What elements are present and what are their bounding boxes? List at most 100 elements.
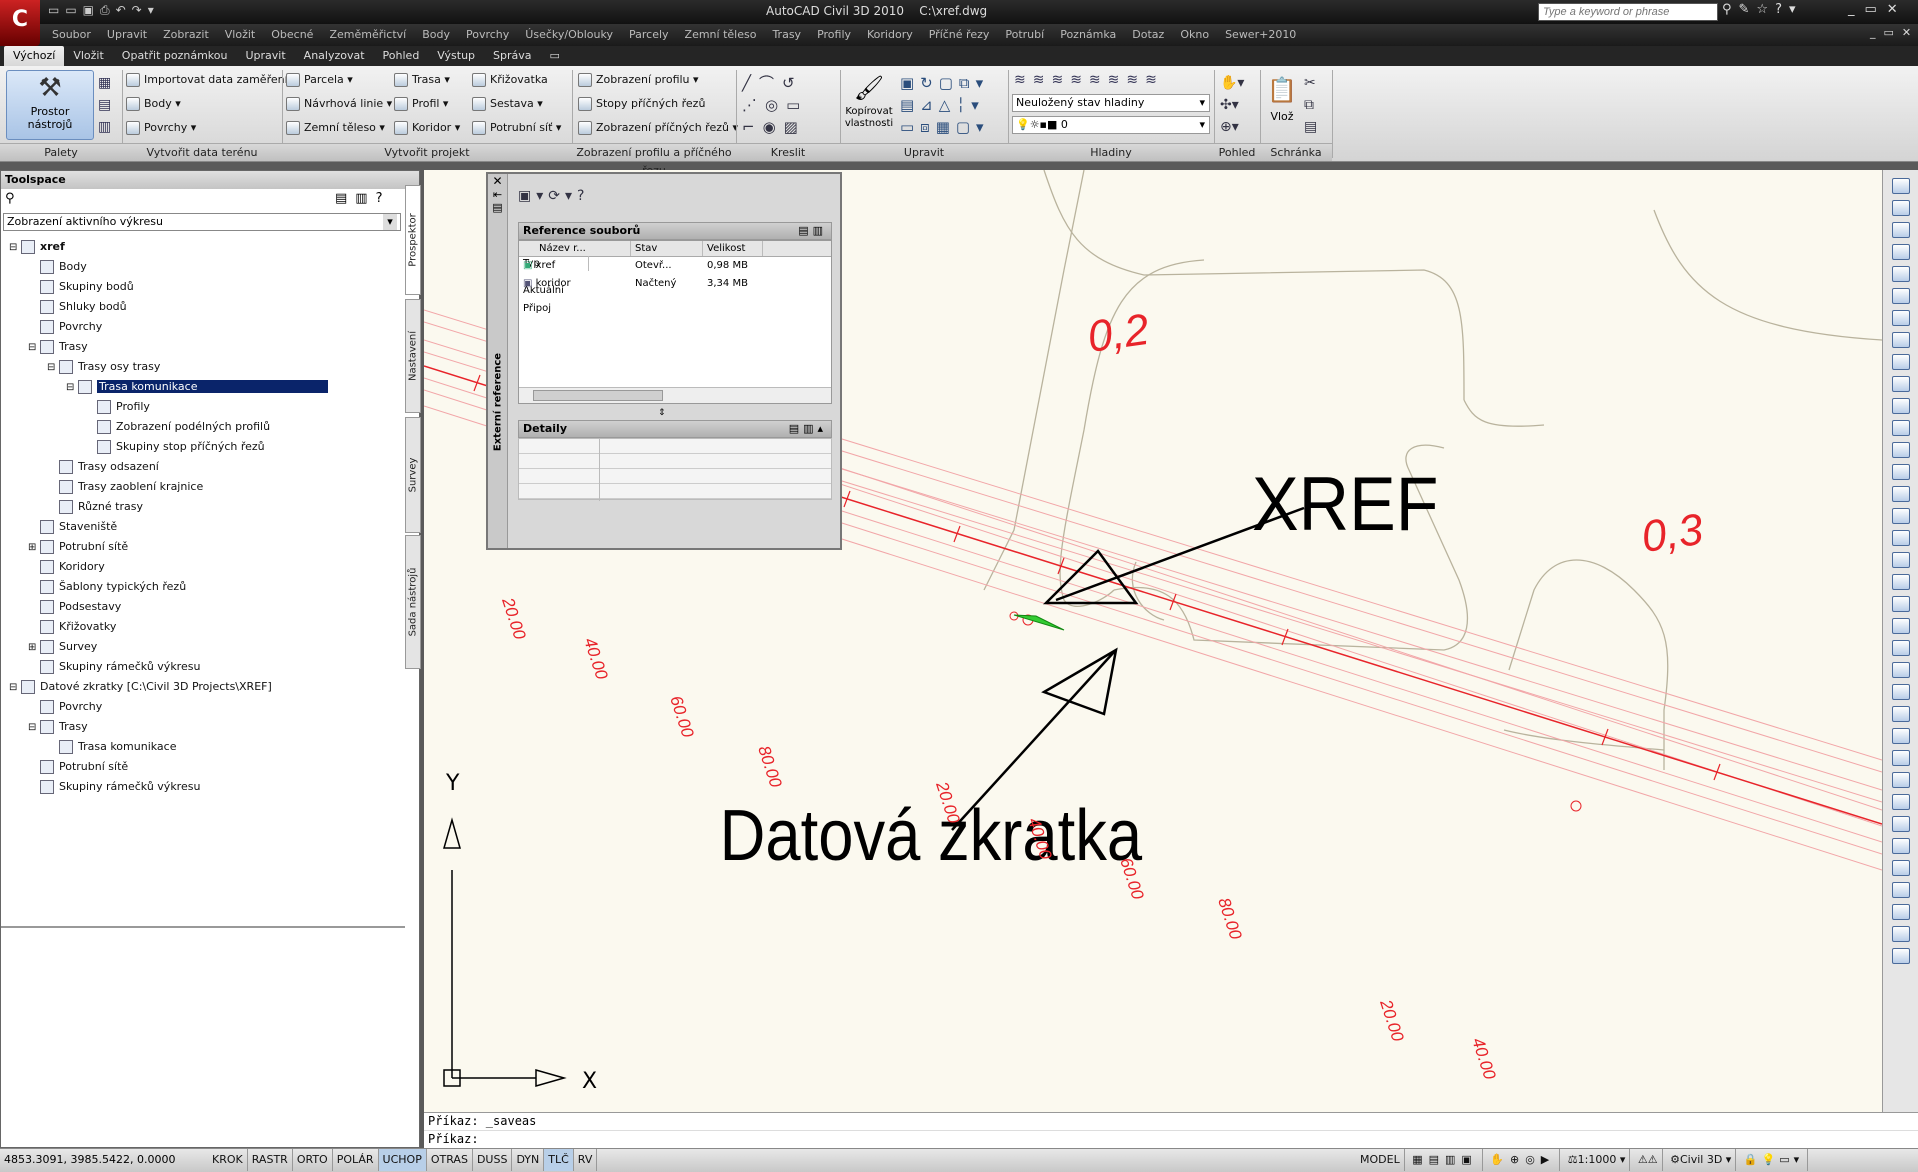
draw-tool-icon[interactable]	[1892, 244, 1910, 260]
surfaces-button[interactable]: Povrchy ▾	[126, 118, 196, 138]
draw-tool-icon[interactable]	[1892, 618, 1910, 634]
tree-item[interactable]: Trasa komunikace	[47, 737, 177, 757]
tree-item[interactable]: ⊞ Potrubní sítě	[28, 537, 128, 557]
expand-toggle-icon[interactable]: ⊟	[28, 718, 40, 738]
menu-item-2[interactable]: Zobrazit	[155, 24, 217, 46]
expand-toggle-icon[interactable]: ⊟	[9, 238, 21, 258]
autohide-icon[interactable]: ⇤	[488, 188, 507, 201]
status-toggle-9[interactable]: RV	[574, 1149, 598, 1171]
expand-toggle-icon[interactable]: ⊟	[28, 338, 40, 358]
expand-toggle-icon[interactable]: ⊞	[28, 638, 40, 658]
ribbon-tab-3[interactable]: Upravit	[236, 46, 294, 66]
annotation-icons[interactable]: ⚠⚠	[1634, 1149, 1663, 1171]
parcel-button[interactable]: Parcela ▾	[286, 70, 353, 90]
draw-tool-icon[interactable]	[1892, 926, 1910, 942]
command-line[interactable]: Příkaz: _saveas Příkaz:	[424, 1112, 1918, 1148]
draw-tool-icon[interactable]	[1892, 310, 1910, 326]
layer-tools[interactable]: ≋≋≋≋≋≋≋≋	[1014, 72, 1204, 90]
layer-state-select[interactable]: Neuložený stav hladiny ▾	[1012, 94, 1210, 112]
alignment-button[interactable]: Trasa ▾	[394, 70, 450, 90]
menu-item-13[interactable]: Koridory	[859, 24, 921, 46]
ribbon-group-label-3[interactable]: Zobrazení profilu a příčného řezu	[572, 143, 736, 177]
expand-toggle-icon[interactable]: ⊞	[28, 538, 40, 558]
draw-tool-icon[interactable]	[1892, 222, 1910, 238]
nav-icons[interactable]: ✋⊕◎▶	[1486, 1149, 1561, 1171]
status-toggle-5[interactable]: OTRAS	[427, 1149, 473, 1171]
draw-tool-icon[interactable]	[1892, 640, 1910, 656]
tree-item[interactable]: Skupiny bodů	[28, 277, 134, 297]
sample-lines-button[interactable]: Stopy příčných řezů	[578, 94, 705, 114]
corridor-button[interactable]: Koridor ▾	[394, 118, 460, 138]
tree-item[interactable]: Shluky bodů	[28, 297, 127, 317]
pipe-network-button[interactable]: Potrubní síť ▾	[472, 118, 561, 138]
draw-tool-icon[interactable]	[1892, 288, 1910, 304]
grading-button[interactable]: Zemní těleso ▾	[286, 118, 385, 138]
points-button[interactable]: Body ▾	[126, 94, 181, 114]
info-toolbar-icons[interactable]: ⚲✎☆?▾	[1722, 2, 1832, 17]
ribbon-tab-7[interactable]: Správa	[484, 46, 540, 66]
draw-tool-icon[interactable]	[1892, 948, 1910, 964]
view-select[interactable]: Zobrazení aktivního výkresu ▾	[3, 213, 401, 231]
tree-item[interactable]: Trasy odsazení	[47, 457, 159, 477]
tree-item[interactable]: Skupiny rámečků výkresu	[28, 777, 200, 797]
draw-tool-icon[interactable]	[1892, 508, 1910, 524]
ribbon-group-label-7[interactable]: Pohled	[1214, 143, 1260, 161]
draw-tool-icon[interactable]	[1892, 266, 1910, 282]
draw-tool-icon[interactable]	[1892, 486, 1910, 502]
assembly-button[interactable]: Sestava ▾	[472, 94, 543, 114]
draw-tool-icon[interactable]	[1892, 354, 1910, 370]
menu-item-0[interactable]: Soubor	[44, 24, 99, 46]
draw-tool-icon[interactable]	[1892, 860, 1910, 876]
column-header[interactable]: Stav	[631, 241, 703, 256]
quick-access-toolbar[interactable]: ▭▭▣⎙↶↷▾	[48, 3, 218, 21]
tree-item[interactable]: Koridory	[28, 557, 105, 577]
draw-tool-icon[interactable]	[1892, 750, 1910, 766]
menu-item-5[interactable]: Zeměměřictví	[321, 24, 414, 46]
status-toggle-2[interactable]: ORTO	[293, 1149, 333, 1171]
menu-item-12[interactable]: Profily	[809, 24, 859, 46]
horizontal-scrollbar[interactable]	[519, 387, 831, 403]
draw-tool-icon[interactable]	[1892, 574, 1910, 590]
ribbon-tab-6[interactable]: Výstup	[428, 46, 484, 66]
coordinates-readout[interactable]: 4853.3091, 3985.5422, 0.0000	[4, 1149, 204, 1171]
tray-icons[interactable]: 🔒💡▭▾	[1740, 1149, 1809, 1171]
draw-tool-icon[interactable]	[1892, 684, 1910, 700]
tree-item[interactable]: Podsestavy	[28, 597, 121, 617]
draw-tool-icon[interactable]	[1892, 596, 1910, 612]
draw-tool-icon[interactable]	[1892, 200, 1910, 216]
menu-item-14[interactable]: Příčné řezy	[921, 24, 998, 46]
ribbon-tab-5[interactable]: Pohled	[374, 46, 429, 66]
properties-icon[interactable]: ▤	[488, 201, 507, 214]
modify-tools[interactable]: ▣↻▢⧉▾ ▤⊿△╎▾ ▭⧈▦▢▾	[900, 72, 1004, 138]
ribbon-group-label-2[interactable]: Vytvořit projekt	[282, 143, 572, 161]
profile-view-button[interactable]: Zobrazení profilu ▾	[578, 70, 699, 90]
ribbon-tab-0[interactable]: Výchozí	[4, 46, 65, 66]
menu-item-9[interactable]: Parcely	[621, 24, 677, 46]
draw-tool-icon[interactable]	[1892, 442, 1910, 458]
tree-item[interactable]: Povrchy	[28, 317, 102, 337]
draw-tool-icon[interactable]	[1892, 530, 1910, 546]
draw-tool-icon[interactable]	[1892, 398, 1910, 414]
menu-item-11[interactable]: Trasy	[764, 24, 809, 46]
toolspace-side-tab-3[interactable]: Sada nástrojů	[405, 535, 421, 669]
ribbon-group-label-0[interactable]: Palety	[0, 143, 122, 161]
search-icon[interactable]: ⚲	[5, 191, 15, 206]
section-views-button[interactable]: Zobrazení příčných řezů ▾	[578, 118, 738, 138]
tree-item[interactable]: ⊟ Trasa komunikace	[66, 377, 328, 397]
menu-item-7[interactable]: Povrchy	[458, 24, 517, 46]
ribbon-group-label-8[interactable]: Schránka	[1260, 143, 1332, 161]
splitter-handle[interactable]: ⇕	[658, 408, 666, 418]
menu-item-18[interactable]: Okno	[1172, 24, 1217, 46]
draw-tool-icon[interactable]	[1892, 178, 1910, 194]
draw-tool-icon[interactable]	[1892, 420, 1910, 436]
draw-tool-icon[interactable]	[1892, 376, 1910, 392]
ribbon-group-label-6[interactable]: Hladiny	[1008, 143, 1214, 161]
menu-item-15[interactable]: Potrubí	[997, 24, 1052, 46]
status-toggle-7[interactable]: DYN	[512, 1149, 545, 1171]
menu-item-3[interactable]: Vložit	[217, 24, 263, 46]
expand-toggle-icon[interactable]: ⊟	[9, 678, 21, 698]
status-toggle-8[interactable]: TLČ	[544, 1149, 574, 1171]
tree-item[interactable]: ⊟ Trasy	[28, 337, 88, 357]
import-survey-button[interactable]: Importovat data zaměření	[126, 70, 288, 90]
draw-tool-icon[interactable]	[1892, 706, 1910, 722]
